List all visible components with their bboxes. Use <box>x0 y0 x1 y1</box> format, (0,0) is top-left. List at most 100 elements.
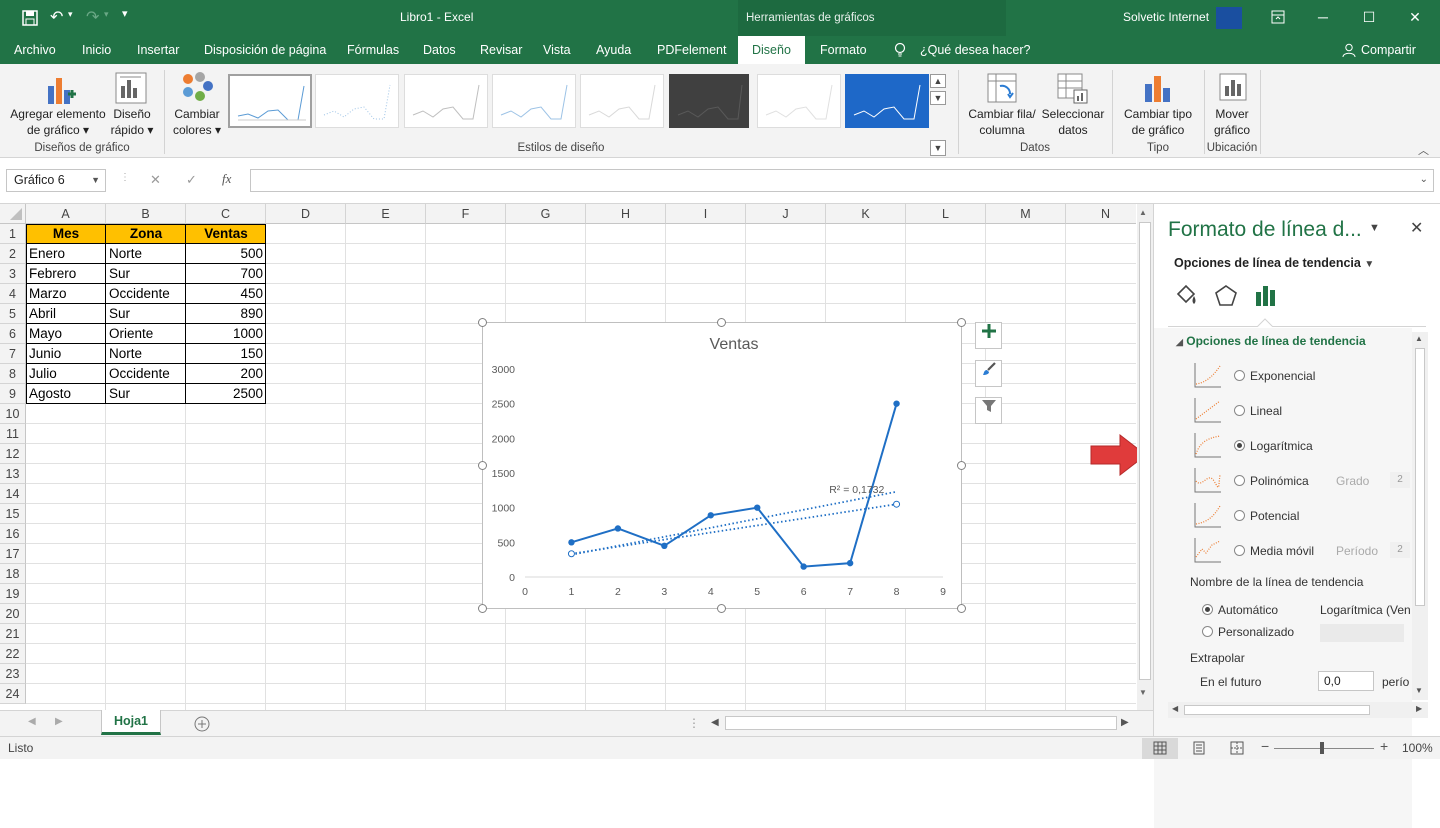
switch-row-column-button[interactable]: Cambiar fila/columna <box>964 106 1040 138</box>
table-cell[interactable]: 2500 <box>186 384 266 404</box>
table-cell[interactable]: 1000 <box>186 324 266 344</box>
tab-revisar[interactable]: Revisar <box>480 36 522 64</box>
tab-insertar[interactable]: Insertar <box>137 36 179 64</box>
chart-resize-handle[interactable] <box>478 604 487 613</box>
trendline-param-spinner[interactable]: 2 <box>1390 472 1410 488</box>
name-box[interactable]: Gráfico 6 ▼ <box>6 169 106 192</box>
table-cell[interactable]: Junio <box>26 344 106 364</box>
save-icon[interactable] <box>22 10 38 26</box>
sheet-tab-hoja1[interactable]: Hoja1 <box>101 710 161 735</box>
table-cell[interactable]: Occidente <box>106 364 186 384</box>
table-header-cell[interactable]: Mes <box>26 224 106 244</box>
zoom-out-icon[interactable]: − <box>1261 738 1269 754</box>
table-cell[interactable]: Enero <box>26 244 106 264</box>
change-chart-type-icon[interactable] <box>1142 72 1172 104</box>
tab-disposicion[interactable]: Disposición de página <box>204 36 326 64</box>
quick-layout-button[interactable]: Diseño rápido ▾ <box>104 106 160 138</box>
chart-elements-button[interactable] <box>975 322 1002 349</box>
customize-qat-icon[interactable]: ▾ <box>122 7 128 20</box>
chart-style-6[interactable] <box>669 74 749 128</box>
table-header-cell[interactable]: Zona <box>106 224 186 244</box>
column-header-k[interactable]: K <box>826 204 906 224</box>
row-header-1[interactable]: 1 <box>0 224 26 244</box>
row-header-23[interactable]: 23 <box>0 664 26 684</box>
column-header-h[interactable]: H <box>586 204 666 224</box>
table-cell[interactable]: Abril <box>26 304 106 324</box>
scroll-thumb[interactable] <box>1139 222 1151 680</box>
chart-style-7[interactable] <box>757 74 841 128</box>
table-cell[interactable]: Agosto <box>26 384 106 404</box>
table-cell[interactable]: 200 <box>186 364 266 384</box>
redo-icon[interactable]: ↷ <box>86 7 99 27</box>
column-header-j[interactable]: J <box>746 204 826 224</box>
row-header-15[interactable]: 15 <box>0 504 26 524</box>
hscroll-right-icon[interactable]: ▶ <box>1121 717 1129 728</box>
undo-dropdown-icon[interactable]: ▾ <box>68 9 73 20</box>
column-header-f[interactable]: F <box>426 204 506 224</box>
table-cell[interactable]: Sur <box>106 384 186 404</box>
trendline-type-label[interactable]: Potencial <box>1250 509 1299 523</box>
pane-options-selector[interactable]: Opciones de línea de tendencia ▼ <box>1174 256 1374 270</box>
styles-scroll-up-icon[interactable]: ▲ <box>930 74 946 88</box>
pane-close-icon[interactable]: ✕ <box>1410 218 1423 238</box>
table-cell[interactable]: Sur <box>106 304 186 324</box>
column-header-i[interactable]: I <box>666 204 746 224</box>
row-header-17[interactable]: 17 <box>0 544 26 564</box>
table-cell[interactable]: Sur <box>106 264 186 284</box>
row-header-11[interactable]: 11 <box>0 424 26 444</box>
collapse-ribbon-icon[interactable]: ︿ <box>1418 142 1429 158</box>
table-cell[interactable]: Norte <box>106 344 186 364</box>
chart-resize-handle[interactable] <box>717 318 726 327</box>
select-data-button[interactable]: Seleccionar datos <box>1038 106 1108 138</box>
table-cell[interactable]: 890 <box>186 304 266 324</box>
tell-me-search[interactable]: ¿Qué desea hacer? <box>920 36 1031 64</box>
move-chart-icon[interactable] <box>1218 72 1248 104</box>
table-cell[interactable]: Norte <box>106 244 186 264</box>
zoom-slider-thumb[interactable] <box>1320 742 1324 754</box>
row-header-3[interactable]: 3 <box>0 264 26 284</box>
ribbon-display-options-icon[interactable] <box>1271 10 1285 24</box>
change-colors-icon[interactable] <box>180 72 214 102</box>
chart-resize-handle[interactable] <box>717 604 726 613</box>
trendline-type-label[interactable]: Lineal <box>1250 404 1282 418</box>
page-break-view-icon[interactable] <box>1230 741 1244 755</box>
account-name[interactable]: Solvetic Internet <box>1123 10 1209 24</box>
insert-function-icon[interactable]: fx <box>222 171 231 187</box>
trendline-type-label[interactable]: Exponencial <box>1250 369 1315 383</box>
trendline-type-radio[interactable] <box>1234 475 1245 486</box>
chart-style-5[interactable] <box>580 74 664 128</box>
column-header-d[interactable]: D <box>266 204 346 224</box>
cancel-icon[interactable]: ✕ <box>150 172 161 188</box>
row-header-8[interactable]: 8 <box>0 364 26 384</box>
chart-resize-handle[interactable] <box>957 318 966 327</box>
row-header-6[interactable]: 6 <box>0 324 26 344</box>
row-header-7[interactable]: 7 <box>0 344 26 364</box>
pane-hscroll-left-icon[interactable]: ◀ <box>1172 704 1178 713</box>
row-header-18[interactable]: 18 <box>0 564 26 584</box>
trendline-type-label[interactable]: Media móvil <box>1250 544 1314 558</box>
zoom-in-icon[interactable]: + <box>1380 738 1388 754</box>
row-header-24[interactable]: 24 <box>0 684 26 704</box>
chart-style-8[interactable] <box>845 74 929 128</box>
enter-icon[interactable]: ✓ <box>186 172 197 188</box>
table-cell[interactable]: Julio <box>26 364 106 384</box>
row-header-14[interactable]: 14 <box>0 484 26 504</box>
chart-filters-button[interactable] <box>975 397 1002 424</box>
tab-archivo[interactable]: Archivo <box>14 36 56 64</box>
trendline-param-spinner[interactable]: 2 <box>1390 542 1410 558</box>
chart-style-3[interactable] <box>404 74 488 128</box>
trendline-type-label[interactable]: Logarítmica <box>1250 439 1313 453</box>
add-chart-element-button[interactable]: Agregar elemento de gráfico ▾ <box>6 106 110 138</box>
pane-scroll-thumb[interactable] <box>1415 348 1425 606</box>
zoom-level[interactable]: 100% <box>1402 741 1433 755</box>
share-button[interactable]: Compartir <box>1361 36 1416 64</box>
row-header-10[interactable]: 10 <box>0 404 26 424</box>
change-chart-type-button[interactable]: Cambiar tipo de gráfico <box>1116 106 1200 138</box>
select-data-icon[interactable] <box>1056 72 1088 104</box>
column-header-c[interactable]: C <box>186 204 266 224</box>
column-header-b[interactable]: B <box>106 204 186 224</box>
tab-ayuda[interactable]: Ayuda <box>596 36 631 64</box>
row-header-12[interactable]: 12 <box>0 444 26 464</box>
table-cell[interactable]: Marzo <box>26 284 106 304</box>
chart-styles-button[interactable] <box>975 360 1002 387</box>
